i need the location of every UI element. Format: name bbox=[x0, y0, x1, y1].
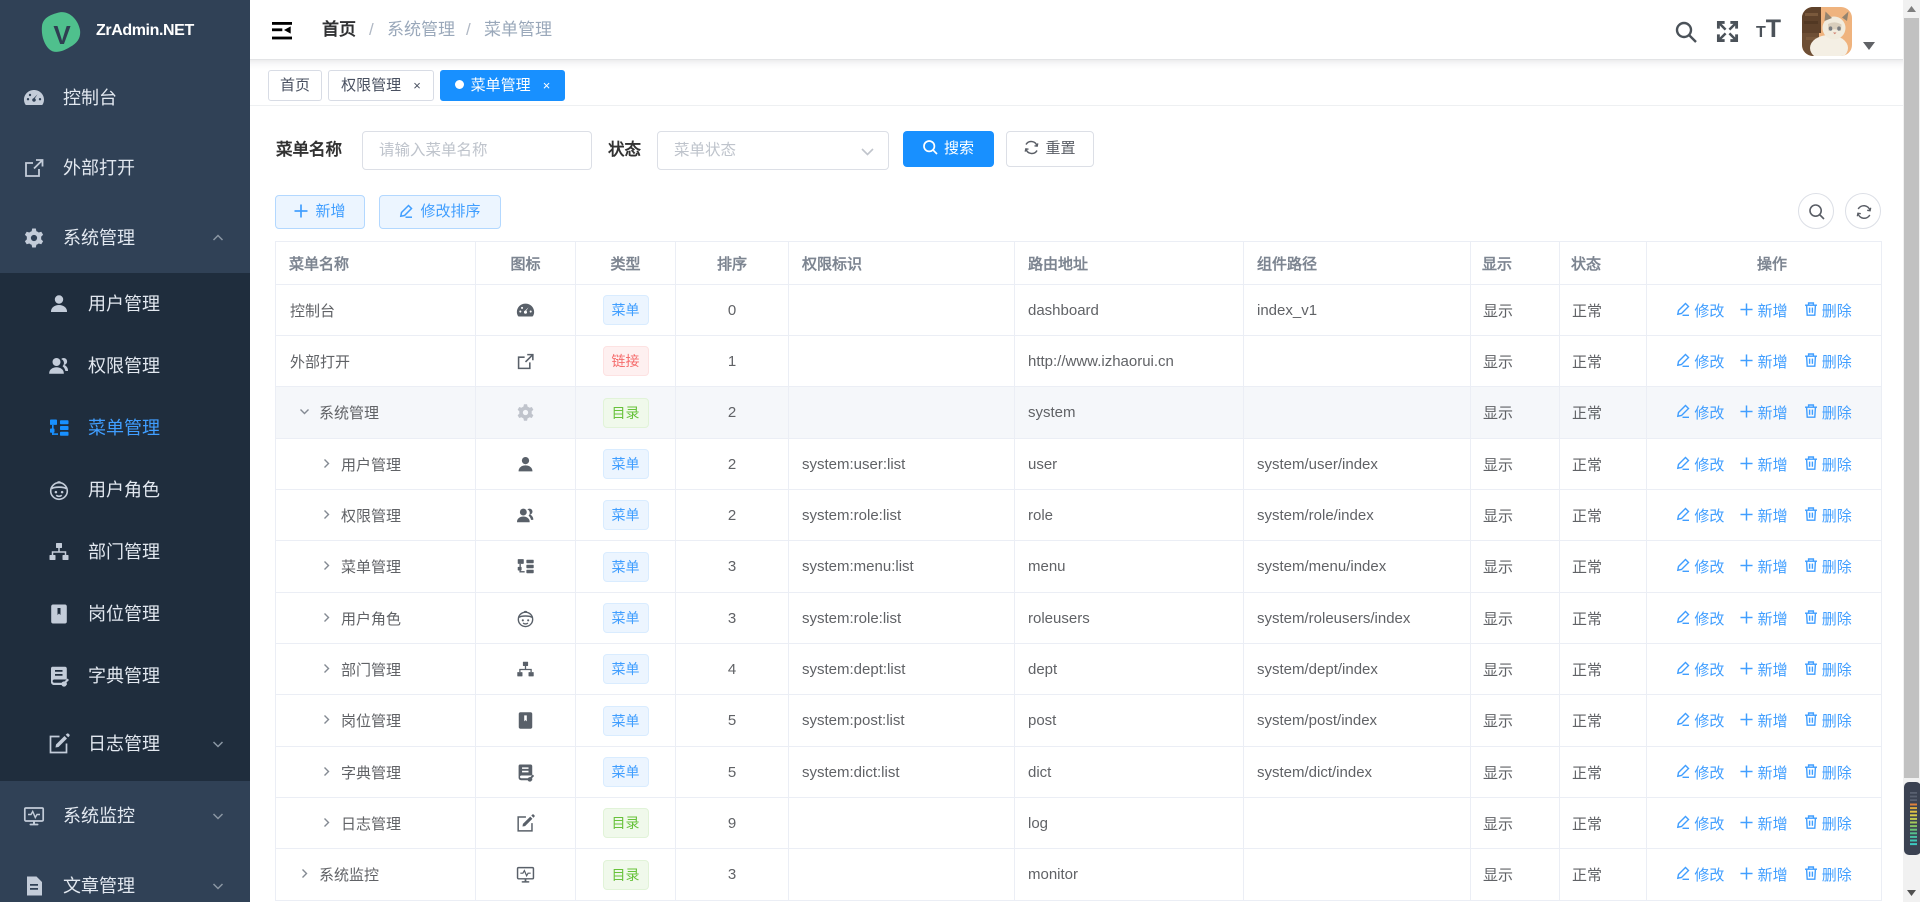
svg-text:V: V bbox=[53, 20, 71, 50]
